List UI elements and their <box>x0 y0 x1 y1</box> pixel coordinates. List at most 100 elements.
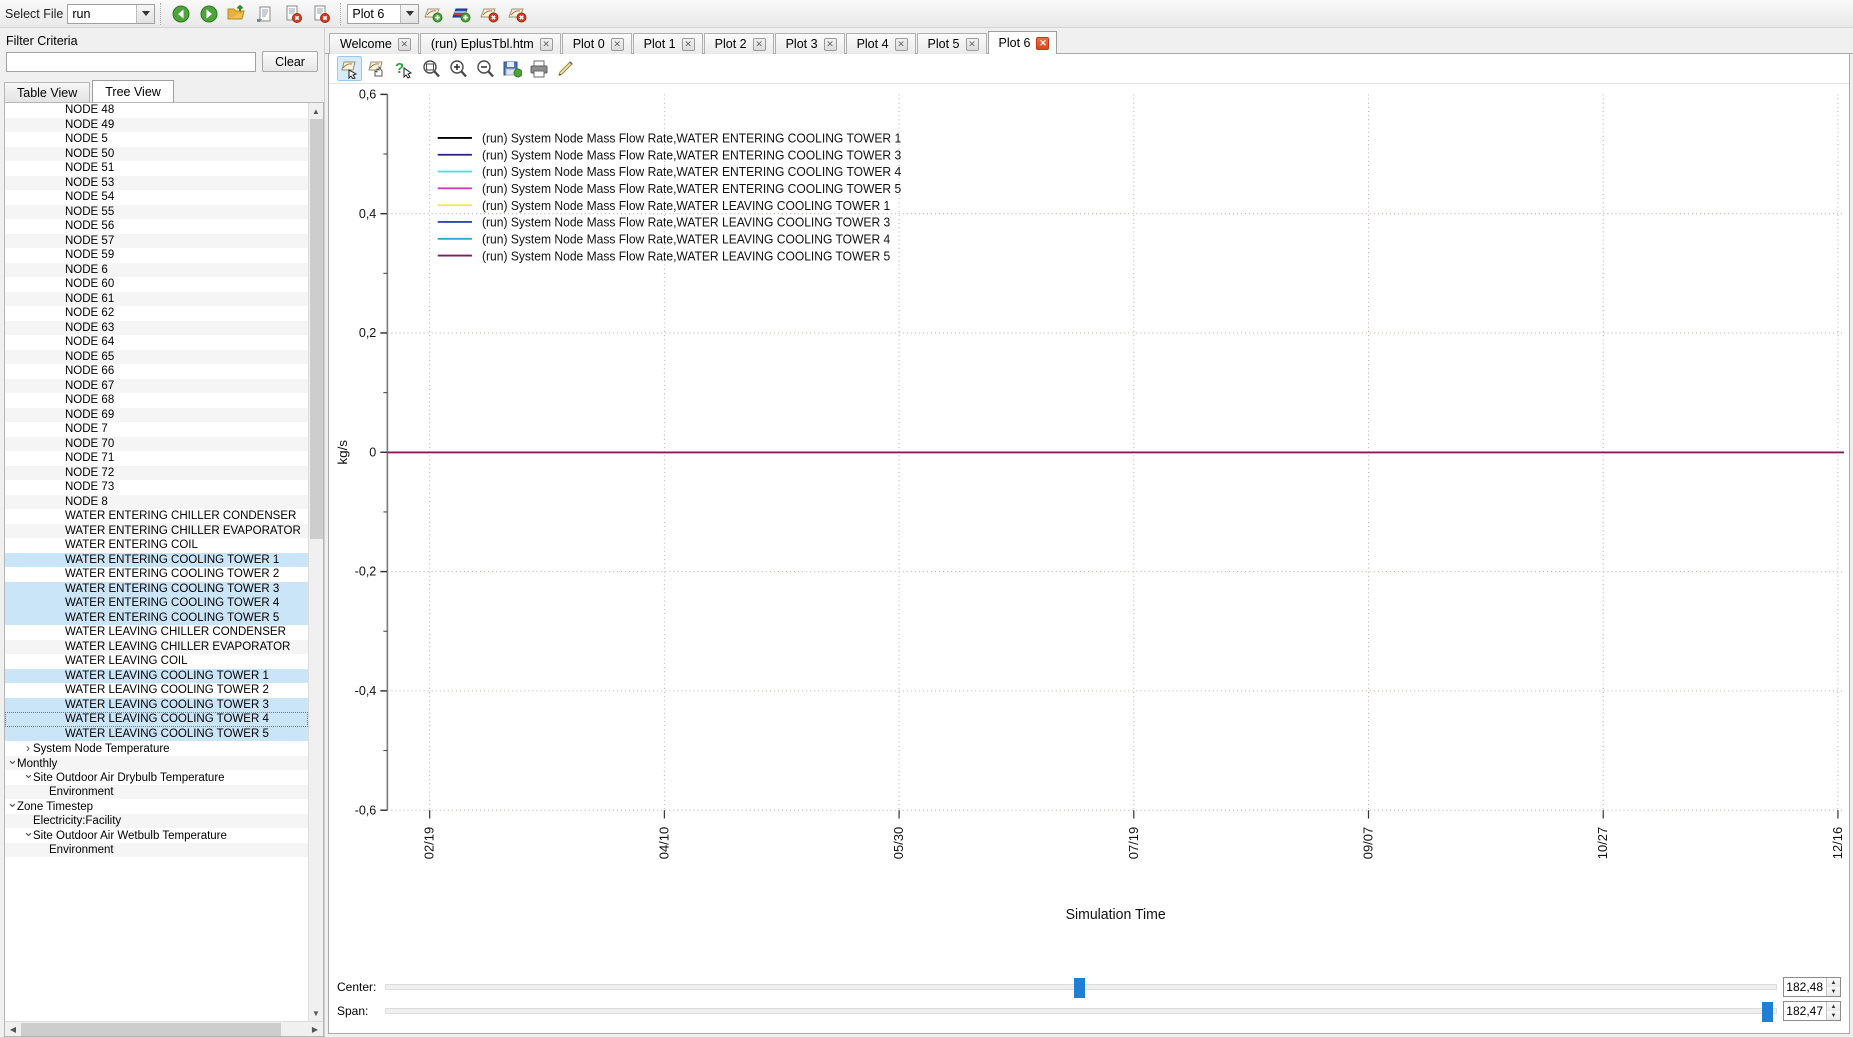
tree-item[interactable]: Environment <box>5 842 308 857</box>
tree-item[interactable]: NODE 7 <box>5 422 308 437</box>
span-spin-up-icon[interactable]: ▲ <box>1827 1002 1840 1011</box>
tab-close-icon[interactable]: ✕ <box>1036 36 1050 50</box>
center-slider-track[interactable] <box>385 978 1777 998</box>
tab-close-icon[interactable]: ✕ <box>539 37 553 51</box>
chart-area[interactable]: 0,6 0,4 0,2 0 -0,2 -0,4 -0,6 02/19 04/10 05/30 07/… <box>329 84 1849 971</box>
vertical-scroll-thumb[interactable] <box>309 119 323 539</box>
center-spinner[interactable]: 182,48 ▲ ▼ <box>1783 977 1841 997</box>
tab-welcome[interactable]: Welcome ✕ <box>329 33 419 54</box>
tab-plot-0[interactable]: Plot 0 ✕ <box>561 33 632 54</box>
tab-plot-5[interactable]: Plot 5 ✕ <box>916 33 987 54</box>
tree-item[interactable]: › System Node Temperature <box>5 741 308 756</box>
tree-horizontal-scrollbar[interactable]: ◀ ▶ <box>5 1021 323 1036</box>
tab-close-icon[interactable]: ✕ <box>752 37 766 51</box>
tree-item[interactable]: NODE 51 <box>5 161 308 176</box>
vertical-scroll-track[interactable] <box>308 119 323 1005</box>
chevron-down-icon[interactable]: ⌄ <box>7 752 18 768</box>
tree-item[interactable]: NODE 66 <box>5 364 308 379</box>
tree-item[interactable]: ⌄Site Outdoor Air Wetbulb Temperature <box>5 824 308 843</box>
tree-item[interactable]: NODE 56 <box>5 219 308 234</box>
tree-item[interactable]: NODE 53 <box>5 175 308 190</box>
left-tab-tree-view[interactable]: Tree View <box>92 80 174 102</box>
tree-item[interactable]: NODE 67 <box>5 378 308 393</box>
tree-item[interactable]: WATER ENTERING CHILLER CONDENSER <box>5 509 308 524</box>
forward-arrow-icon[interactable] <box>196 2 222 26</box>
tab-plot-2[interactable]: Plot 2 ✕ <box>703 33 774 54</box>
tree-item[interactable]: NODE 8 <box>5 494 308 509</box>
open-folder-icon[interactable] <box>224 2 250 26</box>
center-spin-down-icon[interactable]: ▼ <box>1827 987 1840 996</box>
mass-flow-rate-line-chart[interactable]: 0,6 0,4 0,2 0 -0,2 -0,4 -0,6 02/19 04/10 05/30 07/… <box>329 84 1849 971</box>
left-tab-table-view[interactable]: Table View <box>4 82 91 102</box>
report-icon[interactable] <box>252 2 278 26</box>
tree-view[interactable]: NODE 48 NODE 49 NODE 5 NODE 50 NODE 51 N… <box>5 103 308 1021</box>
tree-item[interactable]: ⌄Monthly <box>5 752 308 770</box>
tree-item[interactable]: NODE 55 <box>5 204 308 219</box>
zoom-fit-icon[interactable] <box>418 56 443 81</box>
tree-item[interactable]: WATER LEAVING COOLING TOWER 1 <box>5 668 308 683</box>
tree-vertical-scrollbar[interactable]: ▲ ▼ <box>308 103 323 1021</box>
new-multi-plot-icon[interactable] <box>448 2 474 26</box>
tree-item[interactable]: ⌄Site Outdoor Air Drybulb Temperature <box>5 766 308 785</box>
span-spin-down-icon[interactable]: ▼ <box>1827 1011 1840 1020</box>
plot-select-combobox[interactable]: Plot 6 <box>347 3 420 24</box>
select-file-chevron-down-icon[interactable] <box>136 4 155 23</box>
back-arrow-icon[interactable] <box>168 2 194 26</box>
chevron-down-icon[interactable]: ⌄ <box>7 795 18 811</box>
scroll-down-icon[interactable]: ▼ <box>308 1005 323 1021</box>
tree-item[interactable]: WATER LEAVING COOLING TOWER 2 <box>5 683 308 698</box>
tree-item[interactable]: NODE 72 <box>5 465 308 480</box>
scroll-right-icon[interactable]: ▶ <box>307 1022 323 1037</box>
tree-item[interactable]: NODE 62 <box>5 306 308 321</box>
zoom-in-icon[interactable] <box>445 56 470 81</box>
center-spinner-buttons[interactable]: ▲ ▼ <box>1826 978 1840 996</box>
tab-plot-4[interactable]: Plot 4 ✕ <box>845 33 916 54</box>
delete-report-icon[interactable] <box>280 2 306 26</box>
tree-item[interactable]: WATER LEAVING COIL <box>5 654 308 669</box>
tree-item[interactable]: WATER LEAVING COOLING TOWER 3 <box>5 697 308 712</box>
tree-item[interactable]: NODE 60 <box>5 277 308 292</box>
tree-item[interactable]: NODE 5 <box>5 132 308 147</box>
span-spinner-buttons[interactable]: ▲ ▼ <box>1826 1002 1840 1020</box>
filter-input[interactable] <box>6 51 256 72</box>
clear-button[interactable]: Clear <box>262 51 318 72</box>
tree-item[interactable]: WATER ENTERING COOLING TOWER 2 <box>5 567 308 582</box>
delete-all-plots-icon[interactable] <box>504 2 530 26</box>
chevron-down-icon[interactable]: ⌄ <box>23 766 34 782</box>
span-spinner[interactable]: 182,47 ▲ ▼ <box>1783 1001 1841 1021</box>
tree-item[interactable]: WATER LEAVING CHILLER CONDENSER <box>5 625 308 640</box>
tree-item[interactable]: NODE 6 <box>5 262 308 277</box>
tree-item[interactable]: NODE 57 <box>5 233 308 248</box>
span-slider-track[interactable] <box>385 1002 1777 1022</box>
horizontal-scroll-track[interactable] <box>21 1022 307 1037</box>
tree-item[interactable]: WATER ENTERING COOLING TOWER 5 <box>5 610 308 625</box>
tab-plot-3[interactable]: Plot 3 ✕ <box>774 33 845 54</box>
tree-item[interactable]: NODE 49 <box>5 117 308 132</box>
pan-tool-icon[interactable] <box>337 56 362 81</box>
tree-item[interactable]: WATER LEAVING COOLING TOWER 4 <box>5 712 308 727</box>
span-slider-knob[interactable] <box>1762 1002 1774 1022</box>
tree-item[interactable]: NODE 61 <box>5 291 308 306</box>
tree-item[interactable]: ⌄Zone Timestep <box>5 795 308 814</box>
delete-report-all-icon[interactable] <box>308 2 334 26</box>
scroll-up-icon[interactable]: ▲ <box>308 103 323 119</box>
delete-plot-icon[interactable] <box>476 2 502 26</box>
tree-item[interactable]: WATER ENTERING CHILLER EVAPORATOR <box>5 523 308 538</box>
chevron-down-icon[interactable]: ⌄ <box>23 824 34 840</box>
select-tool-icon[interactable] <box>364 56 389 81</box>
tree-item[interactable]: NODE 54 <box>5 190 308 205</box>
tree-item[interactable]: NODE 71 <box>5 451 308 466</box>
tab-close-icon[interactable]: ✕ <box>965 37 979 51</box>
chevron-right-icon[interactable]: › <box>23 741 33 756</box>
save-image-icon[interactable] <box>499 56 524 81</box>
tree-item[interactable]: NODE 50 <box>5 146 308 161</box>
tree-item[interactable]: Environment <box>5 784 308 799</box>
tree-item[interactable]: NODE 48 <box>5 103 308 118</box>
center-slider-knob[interactable] <box>1074 978 1086 998</box>
center-spin-up-icon[interactable]: ▲ <box>1827 978 1840 987</box>
tree-item[interactable]: NODE 68 <box>5 393 308 408</box>
tree-item[interactable]: WATER ENTERING COOLING TOWER 1 <box>5 552 308 567</box>
tab-close-icon[interactable]: ✕ <box>894 37 908 51</box>
tree-item[interactable]: NODE 65 <box>5 349 308 364</box>
tree-item[interactable]: WATER LEAVING COOLING TOWER 5 <box>5 726 308 741</box>
